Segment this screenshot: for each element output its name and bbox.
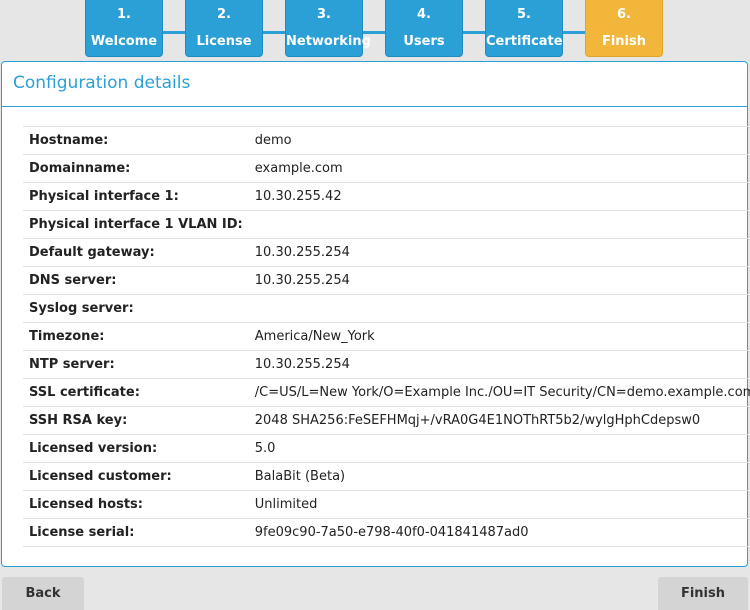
step-license[interactable]: 2. License bbox=[185, 0, 263, 57]
step-label: License bbox=[196, 34, 252, 49]
step-networking[interactable]: 3. Networking bbox=[285, 0, 371, 57]
table-row: DNS server: 10.30.255.254 bbox=[23, 266, 750, 295]
row-value: example.com bbox=[248, 154, 750, 183]
row-label: Default gateway: bbox=[23, 238, 249, 267]
row-value: America/New_York bbox=[248, 322, 750, 351]
finish-button[interactable]: Finish bbox=[658, 577, 748, 610]
table-row: Hostname: demo bbox=[23, 126, 750, 155]
step-number: 2. bbox=[217, 7, 231, 22]
table-row: Licensed hosts: Unlimited bbox=[23, 490, 750, 519]
table-row: Licensed customer: BalaBit (Beta) bbox=[23, 462, 750, 491]
step-number: 5. bbox=[517, 7, 531, 22]
row-value: demo bbox=[248, 126, 750, 155]
step-label: Finish bbox=[601, 34, 647, 49]
row-label: License serial: bbox=[23, 518, 249, 547]
row-value: BalaBit (Beta) bbox=[248, 462, 750, 491]
row-value: 9fe09c90-7a50-e798-40f0-041841487ad0 bbox=[248, 518, 750, 547]
row-label: NTP server: bbox=[23, 350, 249, 379]
row-value: 5.0 bbox=[248, 434, 750, 463]
step-label: Welcome bbox=[90, 34, 158, 49]
table-row: Physical interface 1: 10.30.255.42 bbox=[23, 182, 750, 211]
row-label: Hostname: bbox=[23, 126, 249, 155]
step-number: 3. bbox=[317, 7, 331, 22]
row-label: Licensed hosts: bbox=[23, 490, 249, 519]
step-users[interactable]: 4. Users bbox=[385, 0, 463, 57]
panel-title: Configuration details bbox=[13, 73, 191, 93]
table-row: NTP server: 10.30.255.254 bbox=[23, 350, 750, 379]
row-label: Licensed version: bbox=[23, 434, 249, 463]
row-value bbox=[248, 210, 750, 239]
step-number: 1. bbox=[117, 7, 131, 22]
step-welcome[interactable]: 1. Welcome bbox=[85, 0, 163, 57]
step-finish[interactable]: 6. Finish bbox=[585, 0, 663, 57]
table-row: Default gateway: 10.30.255.254 bbox=[23, 238, 750, 267]
row-value: 10.30.255.254 bbox=[248, 350, 750, 379]
row-label: SSH RSA key: bbox=[23, 406, 249, 435]
table-row: Timezone: America/New_York bbox=[23, 322, 750, 351]
back-button[interactable]: Back bbox=[2, 577, 84, 610]
wizard-steps: 1. Welcome 2. License 3. Networking 4. U… bbox=[0, 0, 750, 58]
row-label: SSL certificate: bbox=[23, 378, 249, 407]
row-value bbox=[248, 294, 750, 323]
row-label: Licensed customer: bbox=[23, 462, 249, 491]
table-row: Physical interface 1 VLAN ID: bbox=[23, 210, 750, 239]
table-row: SSL certificate:/C=US/L=New York/O=Examp… bbox=[23, 378, 750, 407]
step-label: Networking bbox=[286, 34, 371, 49]
step-number: 4. bbox=[417, 7, 431, 22]
details-table: Hostname: demo Domainname: example.com Phy… bbox=[23, 126, 750, 547]
row-label: DNS server: bbox=[23, 266, 249, 295]
panel-divider bbox=[2, 106, 747, 107]
table-row: Licensed version: 5.0 bbox=[23, 434, 750, 463]
configuration-panel: Configuration details Hostname: demo Doma… bbox=[1, 61, 750, 567]
step-label: Users bbox=[403, 34, 445, 49]
row-value: 10.30.255.254 bbox=[248, 266, 750, 295]
step-number: 6. bbox=[617, 7, 631, 22]
row-value: 2048 SHA256:FeSEFHMqj+/vRA0G4E1NOThRT5b2… bbox=[248, 406, 750, 435]
table-row: Syslog server: bbox=[23, 294, 750, 323]
row-value: /C=US/L=New York/O=Example Inc./OU=IT Se… bbox=[248, 378, 750, 407]
table-row: License serial: 9fe09c90-7a50-e798-40f0-0… bbox=[23, 518, 750, 547]
row-label: Physical interface 1: bbox=[23, 182, 249, 211]
row-label: Physical interface 1 VLAN ID: bbox=[23, 210, 249, 239]
step-label: Certificate bbox=[486, 34, 563, 49]
table-row: SSH RSA key: 2048 SHA256:FeSEFHMqj+/vRA0G… bbox=[23, 406, 750, 435]
row-value: 10.30.255.42 bbox=[248, 182, 750, 211]
row-label: Timezone: bbox=[23, 322, 249, 351]
row-value: Unlimited bbox=[248, 490, 750, 519]
table-row: Domainname: example.com bbox=[23, 154, 750, 183]
row-label: Syslog server: bbox=[23, 294, 249, 323]
row-label: Domainname: bbox=[23, 154, 249, 183]
row-value: 10.30.255.254 bbox=[248, 238, 750, 267]
step-certificate[interactable]: 5. Certificate bbox=[485, 0, 563, 57]
